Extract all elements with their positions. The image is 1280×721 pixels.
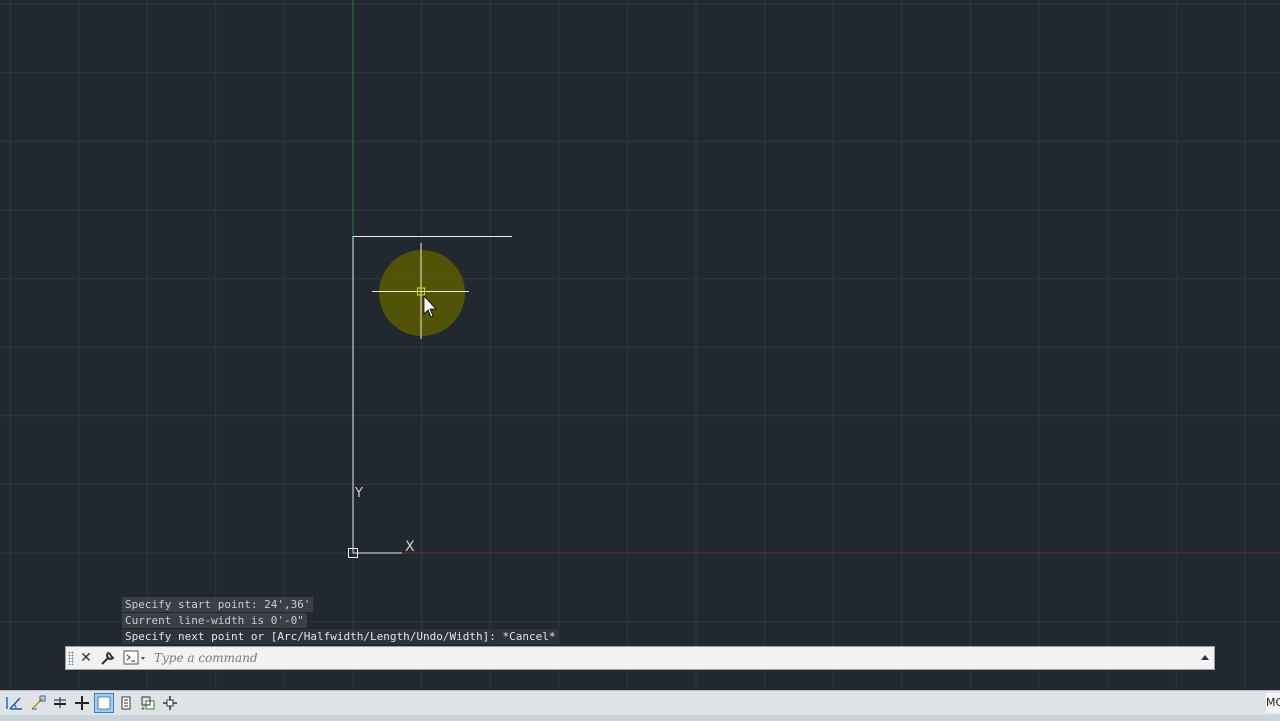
command-history-toggle[interactable] (1198, 649, 1212, 667)
command-line: ✕ (65, 646, 1215, 670)
drawing-canvas[interactable]: Y X Specify start point: 24',36' Current… (0, 0, 1280, 690)
selection-cycling-icon[interactable] (138, 693, 158, 713)
command-history-line: Specify next point or [Arc/Halfwidth/Len… (122, 629, 559, 644)
quick-properties-icon[interactable] (116, 693, 136, 713)
dynamic-input-icon[interactable] (72, 693, 92, 713)
crosshair-cursor (372, 243, 469, 339)
command-history-line: Current line-width is 0'-0" (122, 613, 307, 628)
command-input[interactable] (154, 648, 1194, 668)
wrench-icon[interactable] (99, 649, 117, 667)
close-icon[interactable]: ✕ (78, 649, 94, 667)
transparency-icon[interactable] (94, 693, 114, 713)
command-history-line: Specify start point: 24',36' (122, 597, 314, 612)
ucs-y-label: Y (354, 486, 363, 501)
annotation-monitor-icon[interactable] (160, 693, 180, 713)
taskbar-strip (0, 715, 1280, 721)
grip-handle-icon[interactable] (68, 651, 74, 665)
object-snap-tracking-icon[interactable] (28, 693, 48, 713)
grid (0, 0, 1280, 690)
polar-tracking-icon[interactable] (6, 693, 26, 713)
caret-up-icon (1201, 655, 1209, 660)
status-bar: MO (0, 690, 1280, 721)
command-prompt-icon[interactable] (123, 650, 149, 666)
ucs-icon: Y X (348, 486, 415, 558)
lineweight-icon[interactable] (50, 693, 70, 713)
model-space[interactable]: Y X (0, 0, 1280, 690)
cursor-highlight-halo (379, 250, 465, 336)
model-space-button[interactable]: MO (1266, 693, 1280, 713)
ucs-x-label: X (405, 539, 415, 555)
